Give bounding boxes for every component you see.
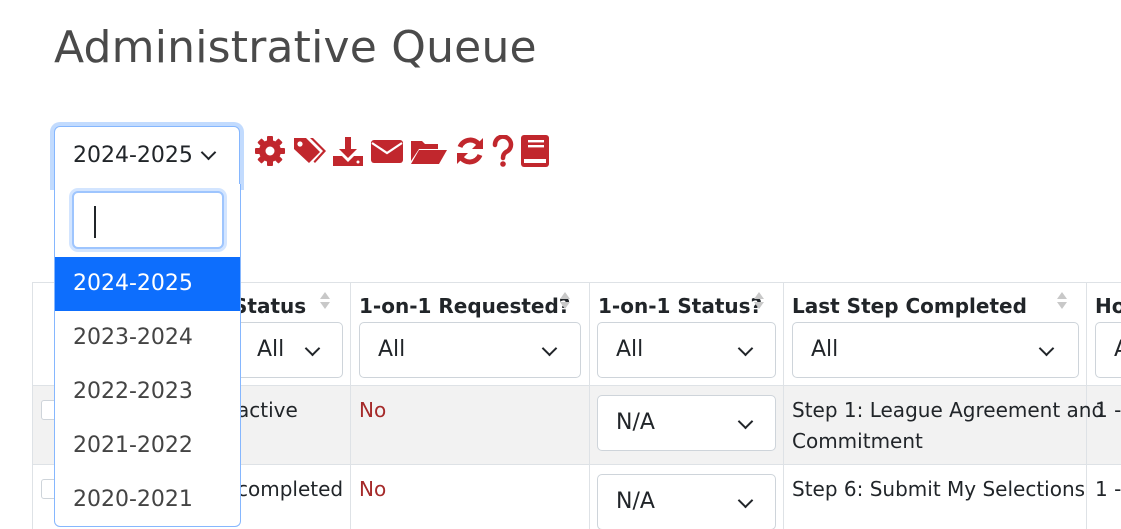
chevron-down-icon [737,340,754,357]
cell-last-step-continued: Commitment [792,429,923,453]
year-select-value: 2024-2025 [73,143,193,168]
gear-icon[interactable] [254,133,286,169]
download-icon[interactable] [332,133,364,169]
cell-requested: No [359,477,387,501]
cell-status: active [237,398,298,422]
text-caret [94,206,96,238]
dropdown-option[interactable]: 2023-2024 [55,311,240,365]
folder-open-icon[interactable] [410,133,448,169]
sort-icon[interactable] [1056,292,1068,312]
row-one-on-one-status-value: N/A [616,410,655,435]
dropdown-option[interactable]: 2022-2023 [55,365,240,419]
toolbar-icons [254,133,550,169]
envelope-icon[interactable] [370,133,404,169]
chevron-down-icon [541,340,558,357]
cell-ho: 1 - [1095,477,1121,501]
chevron-down-icon [1038,340,1055,357]
filter-requested-value: All [378,337,406,362]
column-header-ho[interactable]: Ho [1095,294,1121,318]
cell-ho: 1 - [1095,398,1121,422]
col-divider [783,282,784,529]
filter-requested[interactable]: All [359,322,581,378]
row-one-on-one-status-value: N/A [616,489,655,514]
filter-last-step[interactable]: All [792,322,1079,378]
filter-status[interactable]: All [236,322,343,378]
question-icon[interactable] [492,133,514,169]
column-header-last-step[interactable]: Last Step Completed [792,294,1027,318]
dropdown-option[interactable]: 2020-2021 [55,473,240,526]
column-header-one-on-one-status[interactable]: 1-on-1 Status? [598,294,762,318]
page-title: Administrative Queue [54,22,537,73]
filter-status-value: All [257,337,285,362]
chevron-down-icon [304,340,321,357]
year-dropdown: 2024-2025 2023-2024 2022-2023 2021-2022 … [54,184,241,527]
chevron-down-icon [737,492,754,509]
col-divider [589,282,590,529]
chevron-down-icon [737,413,754,430]
filter-ho[interactable]: A [1095,322,1121,378]
filter-ho-value: A [1114,337,1121,362]
row-one-on-one-status-select[interactable]: N/A [597,395,776,451]
cell-requested: No [359,398,387,422]
filter-one-on-one-status-value: All [616,337,644,362]
cell-last-step: Step 6: Submit My Selections [792,477,1086,501]
sort-icon[interactable] [753,292,765,312]
chevron-down-icon [200,144,217,161]
sort-icon[interactable] [559,292,571,312]
filter-one-on-one-status[interactable]: All [597,322,776,378]
column-header-status[interactable]: Status [233,294,306,318]
col-divider [350,282,351,529]
refresh-icon[interactable] [454,133,486,169]
tags-icon[interactable] [292,133,326,169]
book-icon[interactable] [520,133,550,169]
row-one-on-one-status-select[interactable]: N/A [597,474,776,529]
cell-status: completed [237,477,344,501]
column-header-requested[interactable]: 1-on-1 Requested? [359,294,570,318]
filter-last-step-value: All [811,337,839,362]
dropdown-option[interactable]: 2024-2025 [55,257,240,311]
sort-icon[interactable] [319,292,331,312]
dropdown-option[interactable]: 2021-2022 [55,419,240,473]
dropdown-search-input[interactable] [72,191,224,249]
year-select[interactable]: 2024-2025 [54,126,240,186]
cell-last-step: Step 1: League Agreement and [792,398,1105,422]
